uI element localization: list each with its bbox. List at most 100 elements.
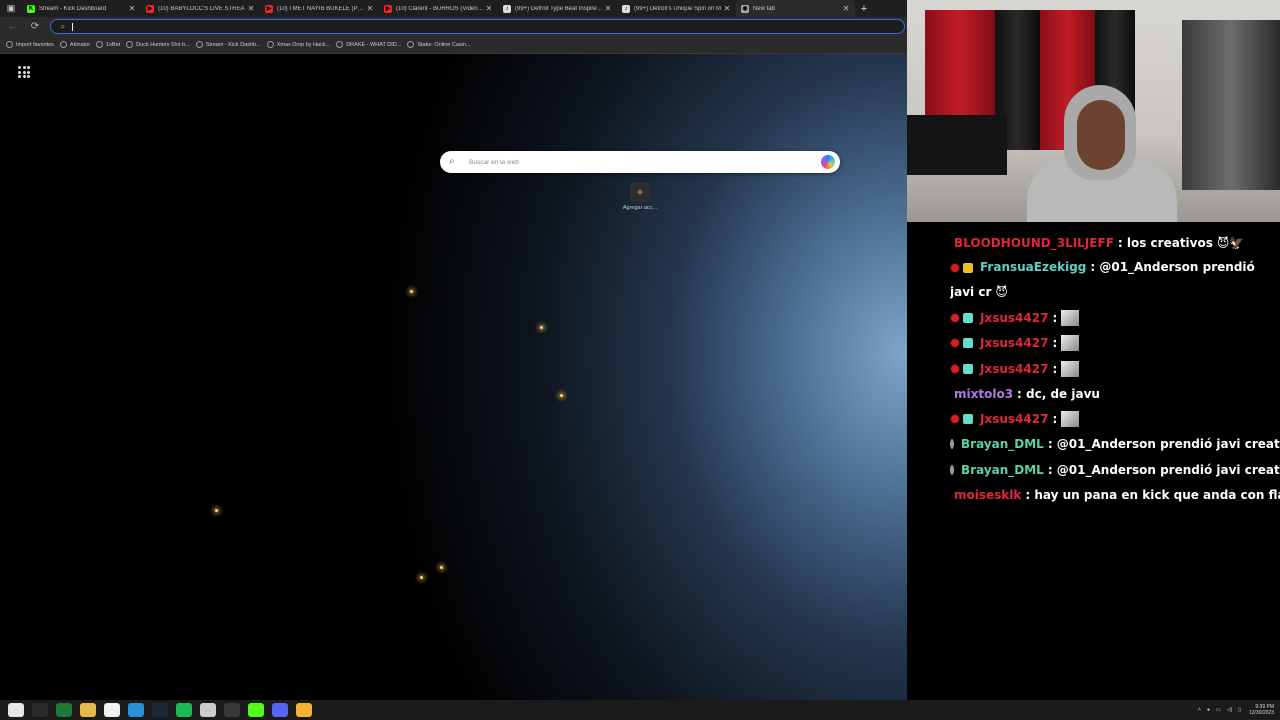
chat-message: mixtolo3: dc, de javu bbox=[950, 381, 1280, 406]
spotify-icon[interactable] bbox=[176, 703, 192, 717]
bookmark-item[interactable]: Stake: Online Casin... bbox=[407, 41, 471, 48]
city-light bbox=[560, 394, 563, 397]
windows-start-icon[interactable] bbox=[8, 703, 24, 717]
discord-icon[interactable] bbox=[272, 703, 288, 717]
city-light bbox=[215, 509, 218, 512]
crown-badge-icon bbox=[963, 262, 973, 273]
search-icon[interactable] bbox=[32, 703, 48, 717]
globe-icon bbox=[6, 41, 13, 48]
gift-badge-icon bbox=[963, 338, 973, 349]
close-tab-icon[interactable]: ✕ bbox=[722, 4, 732, 13]
browser-tab[interactable]: ♪ (99+) Detroit Type Beat Inspired b ✕ bbox=[498, 0, 617, 17]
task-view-icon[interactable] bbox=[56, 703, 72, 717]
streamer-face bbox=[1077, 100, 1125, 170]
globe-icon bbox=[336, 41, 344, 48]
tab-actions-icon[interactable]: ▣ bbox=[0, 0, 22, 17]
chat-image-emote bbox=[1061, 335, 1080, 352]
copilot-icon[interactable] bbox=[821, 155, 835, 169]
bookmark-item[interactable]: 1xBet bbox=[96, 41, 120, 48]
close-tab-icon[interactable]: ✕ bbox=[484, 4, 494, 13]
tab-favicon-icon: ▶ bbox=[384, 4, 392, 13]
bookmark-label: Stake: Online Casin... bbox=[417, 41, 471, 48]
kick-icon[interactable] bbox=[248, 703, 264, 717]
tab-title: (10) Clarent - BURROS (Video Of bbox=[396, 5, 484, 12]
globe-icon bbox=[59, 41, 67, 48]
back-icon[interactable]: ← bbox=[6, 20, 20, 33]
new-tab-button[interactable]: + bbox=[855, 3, 873, 15]
apps-grid-icon[interactable] bbox=[18, 66, 30, 78]
globe-icon bbox=[126, 41, 134, 48]
chat-message: moisesklk: hay un pana en kick que anda … bbox=[950, 482, 1280, 507]
close-tab-icon[interactable]: ✕ bbox=[246, 4, 256, 13]
gift-badge-icon bbox=[963, 363, 973, 374]
bookmarks-bar: Import favorites Akinator 1xBet Duck Hunter… bbox=[0, 36, 907, 54]
steam-icon[interactable] bbox=[152, 703, 168, 717]
tab-strip: ▣ K Stream - Kick Dashboard ✕ ▶ (10) BABYLOC… bbox=[0, 0, 907, 17]
refresh-icon[interactable]: ⟳ bbox=[28, 20, 42, 33]
gift-badge-icon bbox=[963, 414, 973, 425]
browser-tab[interactable]: ▶ (10) BABYLOCC'S LIVE STREA ✕ bbox=[141, 0, 260, 17]
file-explorer-icon[interactable] bbox=[80, 703, 96, 717]
bookmark-item[interactable]: DRAKE - WHAT DID... bbox=[336, 41, 401, 48]
city-light bbox=[540, 326, 543, 329]
television bbox=[907, 115, 1007, 175]
close-tab-icon[interactable]: ✕ bbox=[841, 4, 851, 13]
webcam-feed bbox=[907, 0, 1280, 222]
chat-text: : @01_Anderson prendió javi creativo bbox=[1047, 462, 1280, 477]
bookmark-item[interactable]: Duck Hunters Slot b... bbox=[126, 41, 190, 48]
chrome-icon[interactable] bbox=[296, 703, 312, 717]
close-tab-icon[interactable]: ✕ bbox=[365, 4, 375, 13]
bookmark-item[interactable]: Akinator bbox=[59, 41, 91, 48]
chat-message: Brayan_DML: @01_Anderson prendió javi cr… bbox=[950, 432, 1280, 457]
add-shortcut-label: Agregar acc... bbox=[622, 205, 658, 211]
search-icon: ⌕ bbox=[449, 156, 455, 167]
system-tray: ˄ ● ▭ ◁) ▯ 9:39 PM 12/30/2023 bbox=[1192, 700, 1274, 720]
tab-favicon-icon: ♪ bbox=[622, 4, 630, 13]
address-bar[interactable]: ⌕ bbox=[50, 19, 905, 34]
browser-tab[interactable]: ▶ (10) Clarent - BURROS (Video Of ✕ bbox=[379, 0, 498, 17]
battery-icon[interactable]: ▯ bbox=[1238, 707, 1241, 713]
close-tab-icon[interactable]: ✕ bbox=[603, 4, 613, 13]
volume-icon[interactable]: ◁) bbox=[1227, 707, 1233, 713]
web-search-input[interactable] bbox=[467, 157, 821, 167]
bookmark-label: DRAKE - WHAT DID... bbox=[346, 41, 402, 48]
edge-icon[interactable] bbox=[128, 703, 144, 717]
clock[interactable]: 9:39 PM 12/30/2023 bbox=[1249, 704, 1274, 716]
chat-username: BLOODHOUND_3LILJEFF bbox=[954, 235, 1114, 250]
pen-icon[interactable] bbox=[200, 703, 216, 717]
obs-icon[interactable] bbox=[224, 703, 240, 717]
chat-text: : dc, de javu bbox=[1017, 386, 1100, 401]
chevron-up-icon[interactable]: ˄ bbox=[1198, 707, 1201, 713]
bookmark-label: Akinator bbox=[69, 41, 91, 48]
bookmark-item[interactable]: Stream - Kick Dashb... bbox=[195, 41, 261, 48]
sub-badge-icon bbox=[950, 312, 960, 323]
tabs-container: K Stream - Kick Dashboard ✕ ▶ (10) BABYLOCC'… bbox=[22, 0, 855, 17]
browser-tab[interactable]: ▶ (10) I MET NAYIB BUKELE (PRESID✕ bbox=[260, 0, 379, 17]
tab-title: New tab bbox=[753, 5, 776, 12]
tab-favicon-icon: ▶ bbox=[146, 4, 154, 13]
browser-tab[interactable]: ♪ (99+) Detroit's Unique Spin on M ✕ bbox=[617, 0, 736, 17]
network-icon[interactable]: ▭ bbox=[1216, 707, 1221, 713]
web-search-box[interactable]: ⌕ bbox=[440, 151, 840, 173]
chat-text: : bbox=[1052, 361, 1058, 376]
tab-title: (99+) Detroit's Unique Spin on M bbox=[634, 5, 722, 12]
bookmark-label: Duck Hunters Slot b... bbox=[136, 41, 190, 48]
browser-tab[interactable]: ◉ New tab ✕ bbox=[736, 0, 855, 17]
globe-icon bbox=[96, 41, 104, 48]
bookmark-item[interactable]: Xmas Drop by Hack... bbox=[266, 41, 330, 48]
address-input[interactable] bbox=[73, 21, 904, 32]
chat-text: : @01_Anderson prendió javi creativo bbox=[1047, 437, 1280, 452]
bookmark-label: Stream - Kick Dashb... bbox=[205, 41, 261, 48]
add-shortcut-button[interactable]: + Agregar acc... bbox=[618, 182, 662, 211]
bookmark-item[interactable]: Import favorites bbox=[6, 41, 54, 48]
globe-icon bbox=[407, 41, 415, 48]
mic-icon[interactable]: ● bbox=[1207, 707, 1210, 713]
close-tab-icon[interactable]: ✕ bbox=[127, 4, 137, 13]
bookmark-label: 1xBet bbox=[106, 41, 121, 48]
chat-username: Jxsus4427 bbox=[980, 336, 1049, 351]
notepad-icon[interactable] bbox=[104, 703, 120, 717]
browser-toolbar: ← ⟳ ⌕ bbox=[0, 17, 907, 36]
taskbar-icons bbox=[4, 703, 316, 717]
browser-tab[interactable]: K Stream - Kick Dashboard ✕ bbox=[22, 0, 141, 17]
chat-emote: 😈 bbox=[995, 285, 1008, 300]
